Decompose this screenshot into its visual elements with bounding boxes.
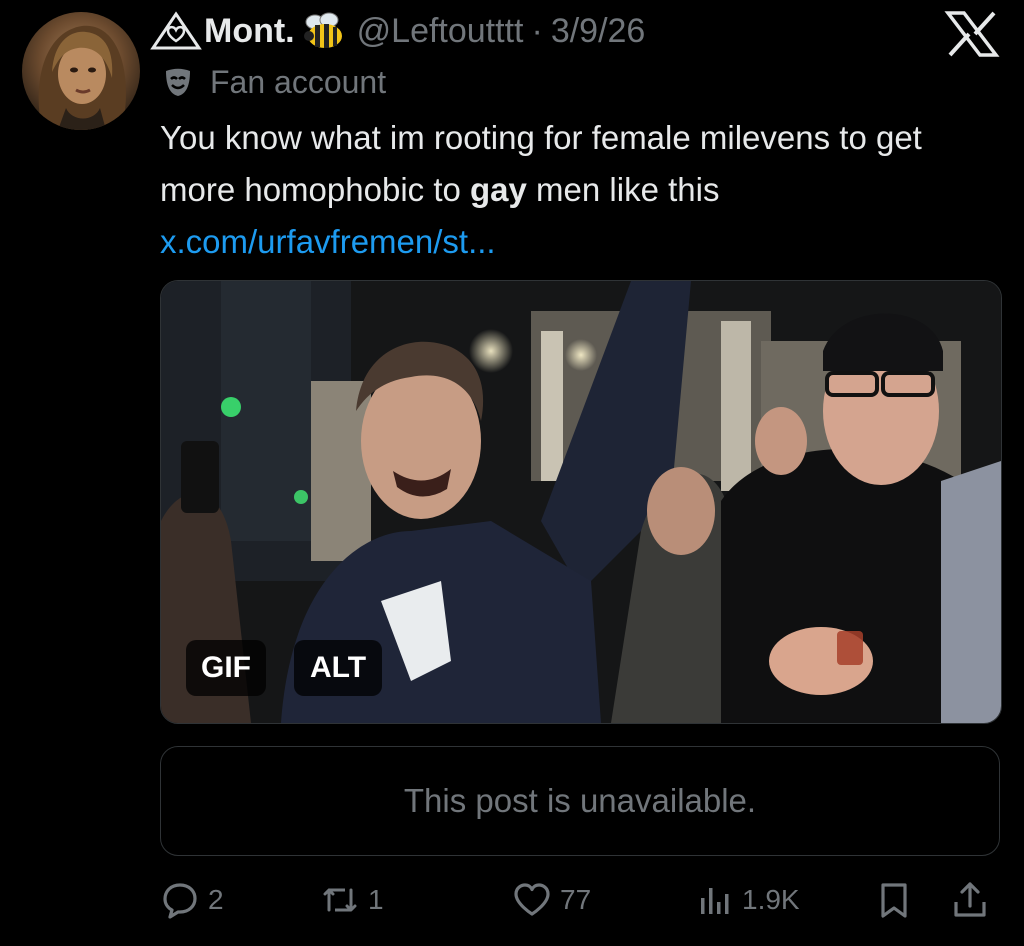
unavailable-text: This post is unavailable. bbox=[403, 782, 757, 819]
gif-badge: GIF bbox=[186, 640, 266, 696]
repost-count: 1 bbox=[368, 884, 384, 915]
like-button[interactable]: 77 bbox=[512, 872, 591, 928]
action-bar: 2 1 77 1.9K bbox=[160, 872, 1000, 928]
bookmark-button[interactable] bbox=[874, 872, 914, 928]
account-label[interactable]: Fan account bbox=[162, 60, 386, 104]
share-button[interactable] bbox=[950, 872, 990, 928]
views-button[interactable]: 1.9K bbox=[694, 872, 800, 928]
mask-icon bbox=[166, 68, 190, 96]
x-logo-icon[interactable] bbox=[944, 10, 1000, 58]
like-icon bbox=[514, 883, 550, 916]
share-icon bbox=[954, 882, 986, 917]
post-link[interactable]: x.com/urfavfremen/st... bbox=[160, 216, 1000, 268]
post-text: You know what im rooting for female mile… bbox=[160, 112, 1000, 268]
author-name-wrapper[interactable]: Mont. bbox=[150, 11, 295, 51]
reply-button[interactable]: 2 bbox=[160, 872, 224, 928]
reply-icon bbox=[163, 883, 197, 919]
like-count: 77 bbox=[560, 884, 592, 915]
account-label-text: Fan account bbox=[210, 63, 387, 100]
triangle-heart-icon bbox=[150, 11, 202, 50]
post-date[interactable]: 3/9/26 bbox=[551, 12, 646, 51]
author-name[interactable]: Mont. bbox=[204, 12, 295, 51]
post-text-part-2: men like this bbox=[526, 171, 720, 208]
bee-icon bbox=[303, 12, 342, 48]
post: Mont. @Leftoutttt · 3/9/26 Fan account Y… bbox=[0, 0, 1024, 946]
views-icon bbox=[701, 888, 729, 914]
avatar[interactable] bbox=[22, 12, 140, 130]
views-count: 1.9K bbox=[742, 884, 800, 915]
repost-button[interactable]: 1 bbox=[320, 872, 384, 928]
media-gif[interactable] bbox=[160, 280, 1002, 724]
quoted-post-unavailable: This post is unavailable. bbox=[160, 746, 1000, 856]
reply-count: 2 bbox=[208, 884, 224, 915]
repost-icon bbox=[323, 888, 357, 912]
alt-badge[interactable]: ALT bbox=[294, 640, 382, 696]
post-header: Mont. @Leftoutttt · 3/9/26 bbox=[150, 6, 645, 56]
bookmark-icon bbox=[881, 883, 907, 918]
post-text-bold: gay bbox=[470, 171, 527, 208]
meta-separator: · bbox=[531, 11, 543, 50]
author-handle[interactable]: @Leftoutttt bbox=[357, 12, 524, 51]
